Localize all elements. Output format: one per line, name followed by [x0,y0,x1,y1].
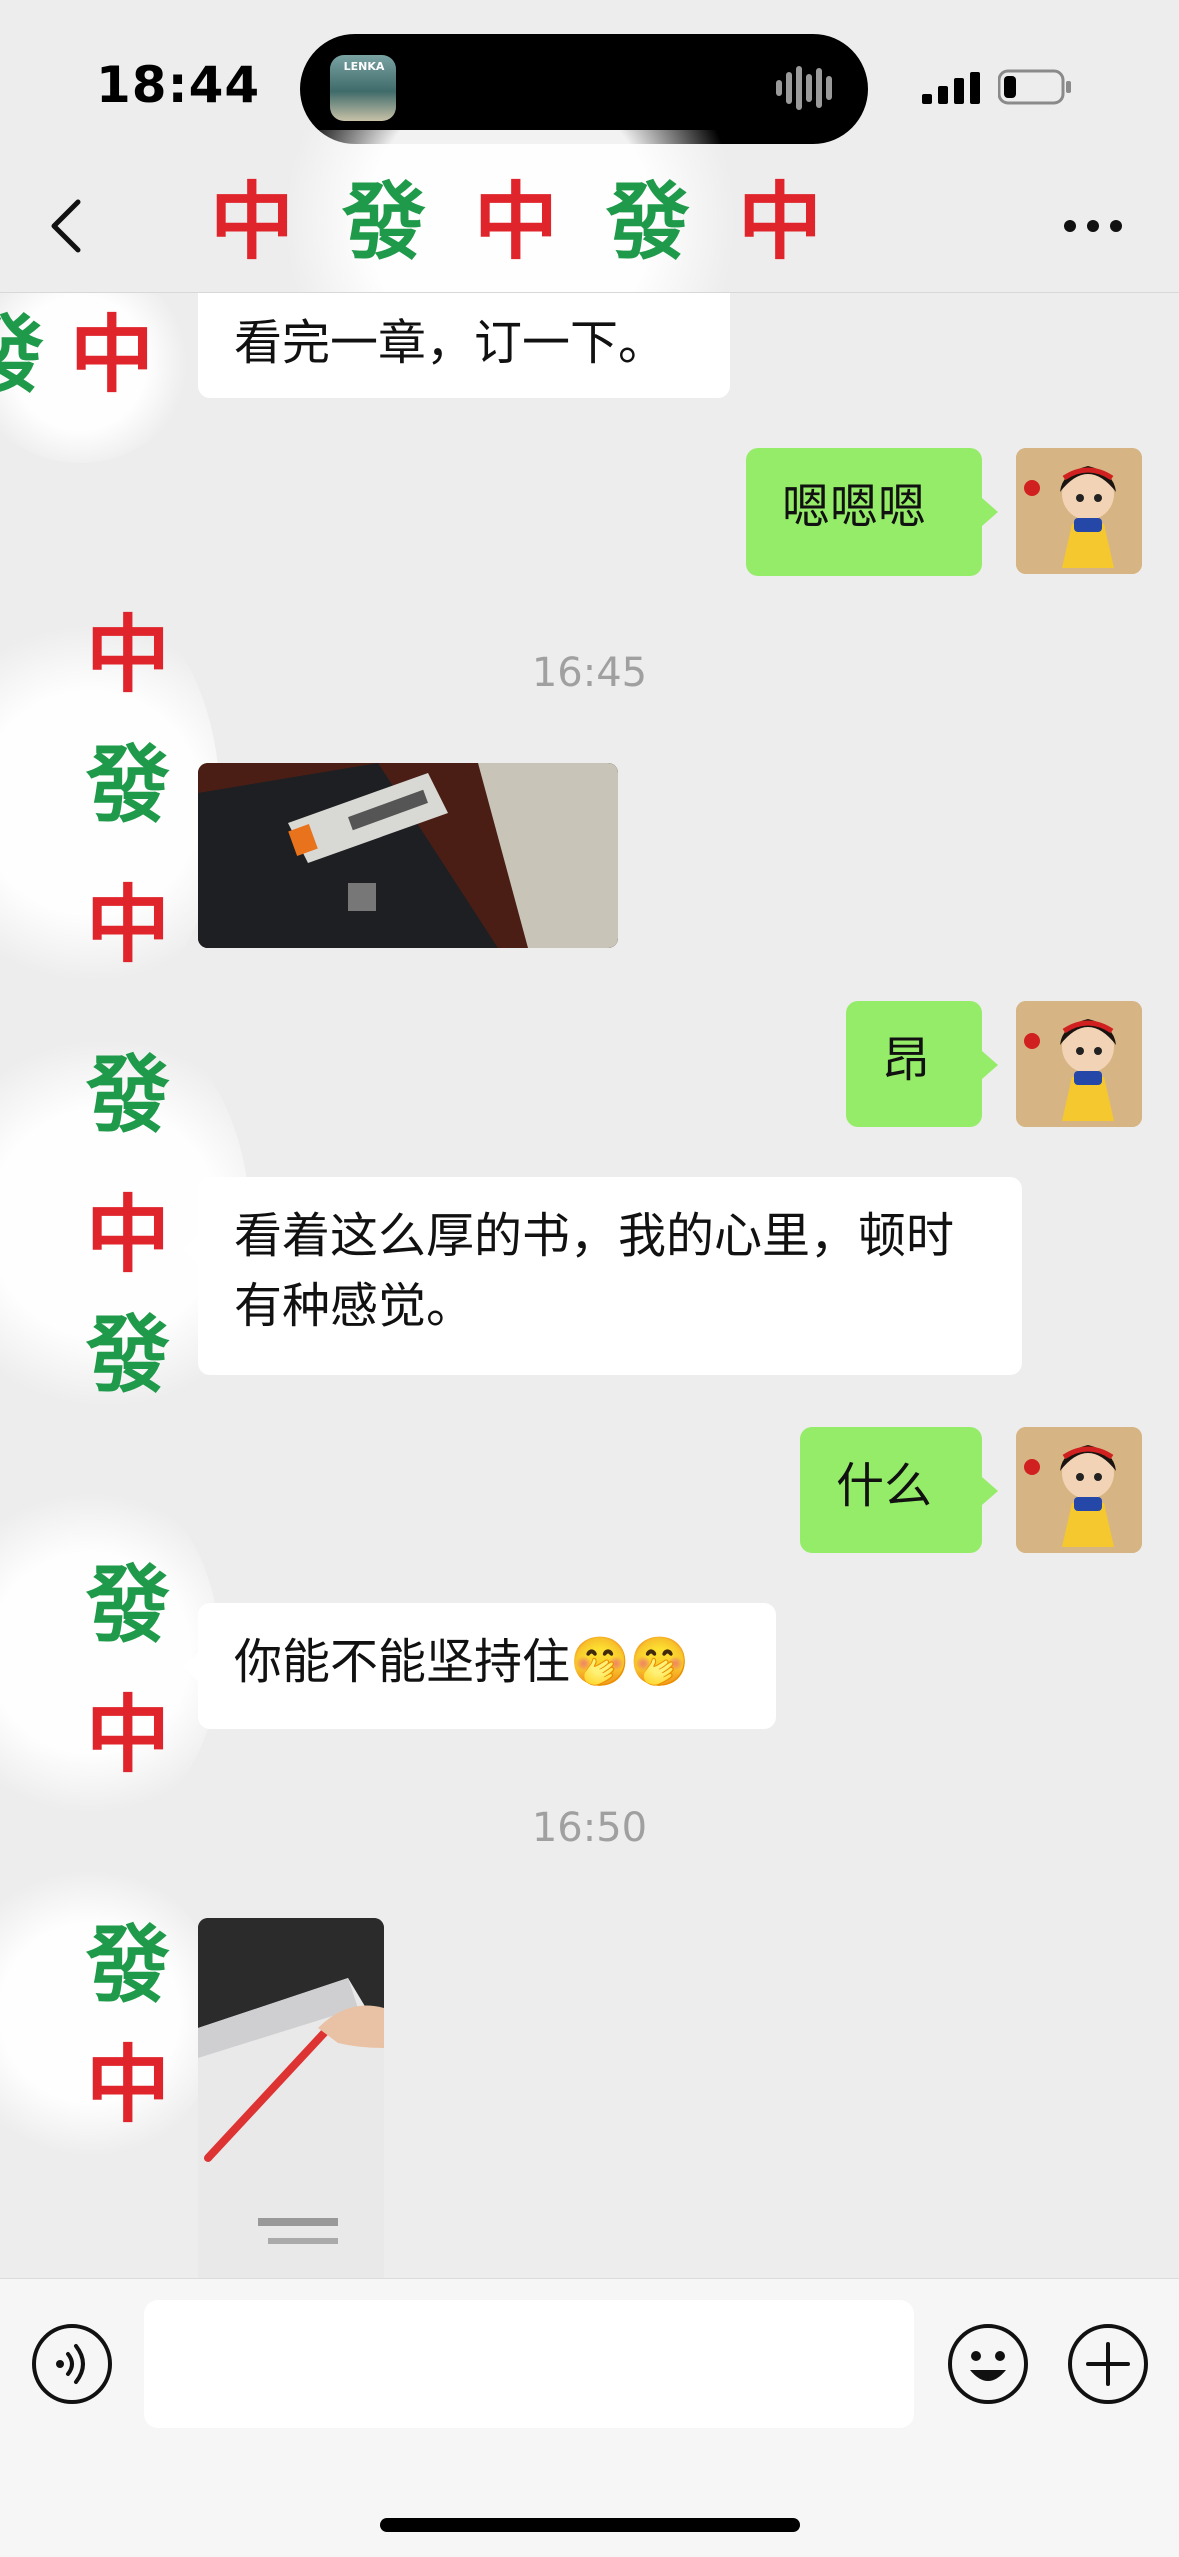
message-input[interactable] [144,2300,914,2428]
incoming-message-bubble[interactable]: 你能不能坚持住🤭🤭 [198,1603,776,1729]
more-options-icon[interactable] [1062,218,1124,234]
now-playing-artwork-text: LENKA [343,60,385,73]
title-tile-zhong: 中 [210,172,295,271]
avatar-tile-zhong: 中 [86,2035,171,2134]
contact-avatar[interactable]: 發 中 [0,293,190,463]
outgoing-bubble-tail [982,1051,998,1079]
outgoing-message-bubble[interactable]: 什么 [800,1427,982,1553]
message-timestamp: 16:50 [531,1805,648,1851]
avatar-tile-zhong: 中 [86,875,171,974]
plus-icon[interactable] [1066,2322,1150,2406]
image-message-book-photo[interactable] [198,1918,384,2278]
avatar-tile-zhong: 中 [86,1685,171,1784]
title-tile-fa: 發 [606,172,691,271]
snow-white-avatar-icon [1016,1427,1142,1553]
avatar-tile-zhong: 中 [70,305,155,404]
title-tile-zhong: 中 [738,172,823,271]
stapler-photo-image [198,763,618,948]
avatar-tile-fa: 發 [86,1305,171,1404]
battery-icon [998,69,1071,105]
avatar-tile-fa: 發 [86,735,171,834]
avatar-tile-fa: 發 [86,1555,171,1654]
title-tile-zhong: 中 [474,172,559,271]
chat-messages[interactable]: 發 中 中 發 中 發 中 發 發 中 發 中 看完一章，订一下。 嗯嗯嗯 16… [0,293,1179,2278]
incoming-bubble-tail [182,1653,198,1681]
voice-icon[interactable] [30,2322,114,2406]
outgoing-message-bubble[interactable]: 嗯嗯嗯 [746,448,982,576]
outgoing-bubble-tail [982,498,998,526]
back-icon[interactable] [44,196,88,256]
message-timestamp: 16:45 [531,650,648,696]
audio-waveform-icon [776,66,832,110]
outgoing-bubble-tail [982,1477,998,1505]
avatar-tile-zhong: 中 [86,1185,171,1284]
outgoing-message-bubble[interactable]: 昂 [846,1001,982,1127]
avatar-tile-fa: 發 [86,1045,171,1144]
home-indicator[interactable] [380,2518,800,2532]
contact-avatar[interactable]: 發 中 [0,1863,220,2163]
incoming-message-bubble[interactable]: 看着这么厚的书，我的心里，顿时有种感觉。 [198,1177,1022,1375]
my-avatar[interactable] [1016,448,1142,574]
snow-white-avatar-icon [1016,448,1142,574]
incoming-message-bubble[interactable]: 看完一章，订一下。 [198,293,730,398]
chat-title-tiles: 中 發 中 發 中 [210,130,822,310]
title-tile-fa: 發 [342,172,427,271]
avatar-tile-fa: 發 [0,305,45,404]
avatar-tile-fa: 發 [86,1915,171,2014]
status-time: 18:44 [96,56,261,114]
my-avatar[interactable] [1016,1427,1142,1553]
book-photo-image [198,1918,384,2278]
my-avatar[interactable] [1016,1001,1142,1127]
emoji-icon[interactable] [946,2322,1030,2406]
signal-icon [922,72,980,104]
snow-white-avatar-icon [1016,1001,1142,1127]
incoming-bubble-tail [182,1235,198,1263]
image-message-stapler-photo[interactable] [198,763,618,948]
